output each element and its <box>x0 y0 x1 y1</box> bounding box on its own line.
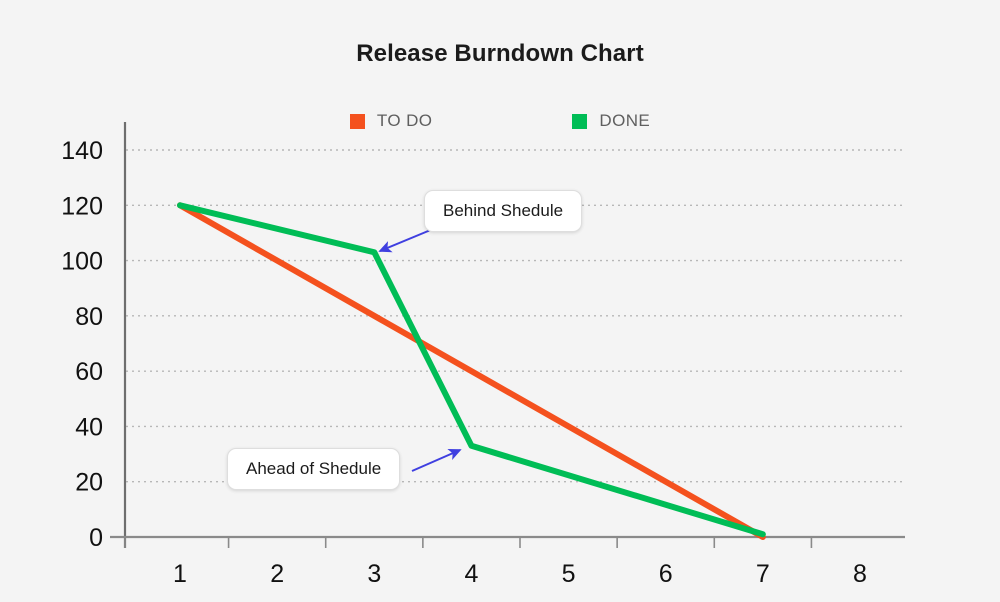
y-axis-tick-label: 60 <box>75 358 103 386</box>
x-axis-tick-label: 7 <box>756 560 770 588</box>
burndown-chart: Release Burndown Chart TO DO DONE 0 20 40 6… <box>0 0 1000 602</box>
x-axis-tick-label: 4 <box>464 560 478 588</box>
y-axis-tick-label: 40 <box>75 413 103 441</box>
y-axis-tick-labels: 0 20 40 60 80 100 120 140 <box>61 137 103 552</box>
y-axis-tick-label: 0 <box>89 524 103 552</box>
x-axis-tick-label: 3 <box>367 560 381 588</box>
x-axis-ticks <box>124 537 813 548</box>
x-axis-tick-label: 8 <box>853 560 867 588</box>
x-axis-tick-label: 6 <box>659 560 673 588</box>
y-axis-tick-label: 80 <box>75 303 103 331</box>
y-axis-tick-label: 120 <box>61 192 103 220</box>
annotation-arrow-ahead <box>411 448 462 472</box>
plot-area: 0 20 40 60 80 100 120 140 1 2 3 4 5 6 7 8 <box>61 122 905 588</box>
y-axis-tick-label: 140 <box>61 137 103 165</box>
x-axis-tick-label: 2 <box>270 560 284 588</box>
annotation-label-behind: Behind Shedule <box>424 190 583 232</box>
x-axis-tick-label: 1 <box>173 560 187 588</box>
annotation-arrow-behind <box>378 228 434 253</box>
y-axis-tick-label: 100 <box>61 248 103 276</box>
annotation-label-ahead: Ahead of Shedule <box>227 448 401 490</box>
x-axis-tick-label: 5 <box>562 560 576 588</box>
x-axis-tick-labels: 1 2 3 4 5 6 7 8 <box>173 560 867 588</box>
y-axis-tick-label: 20 <box>75 469 103 497</box>
